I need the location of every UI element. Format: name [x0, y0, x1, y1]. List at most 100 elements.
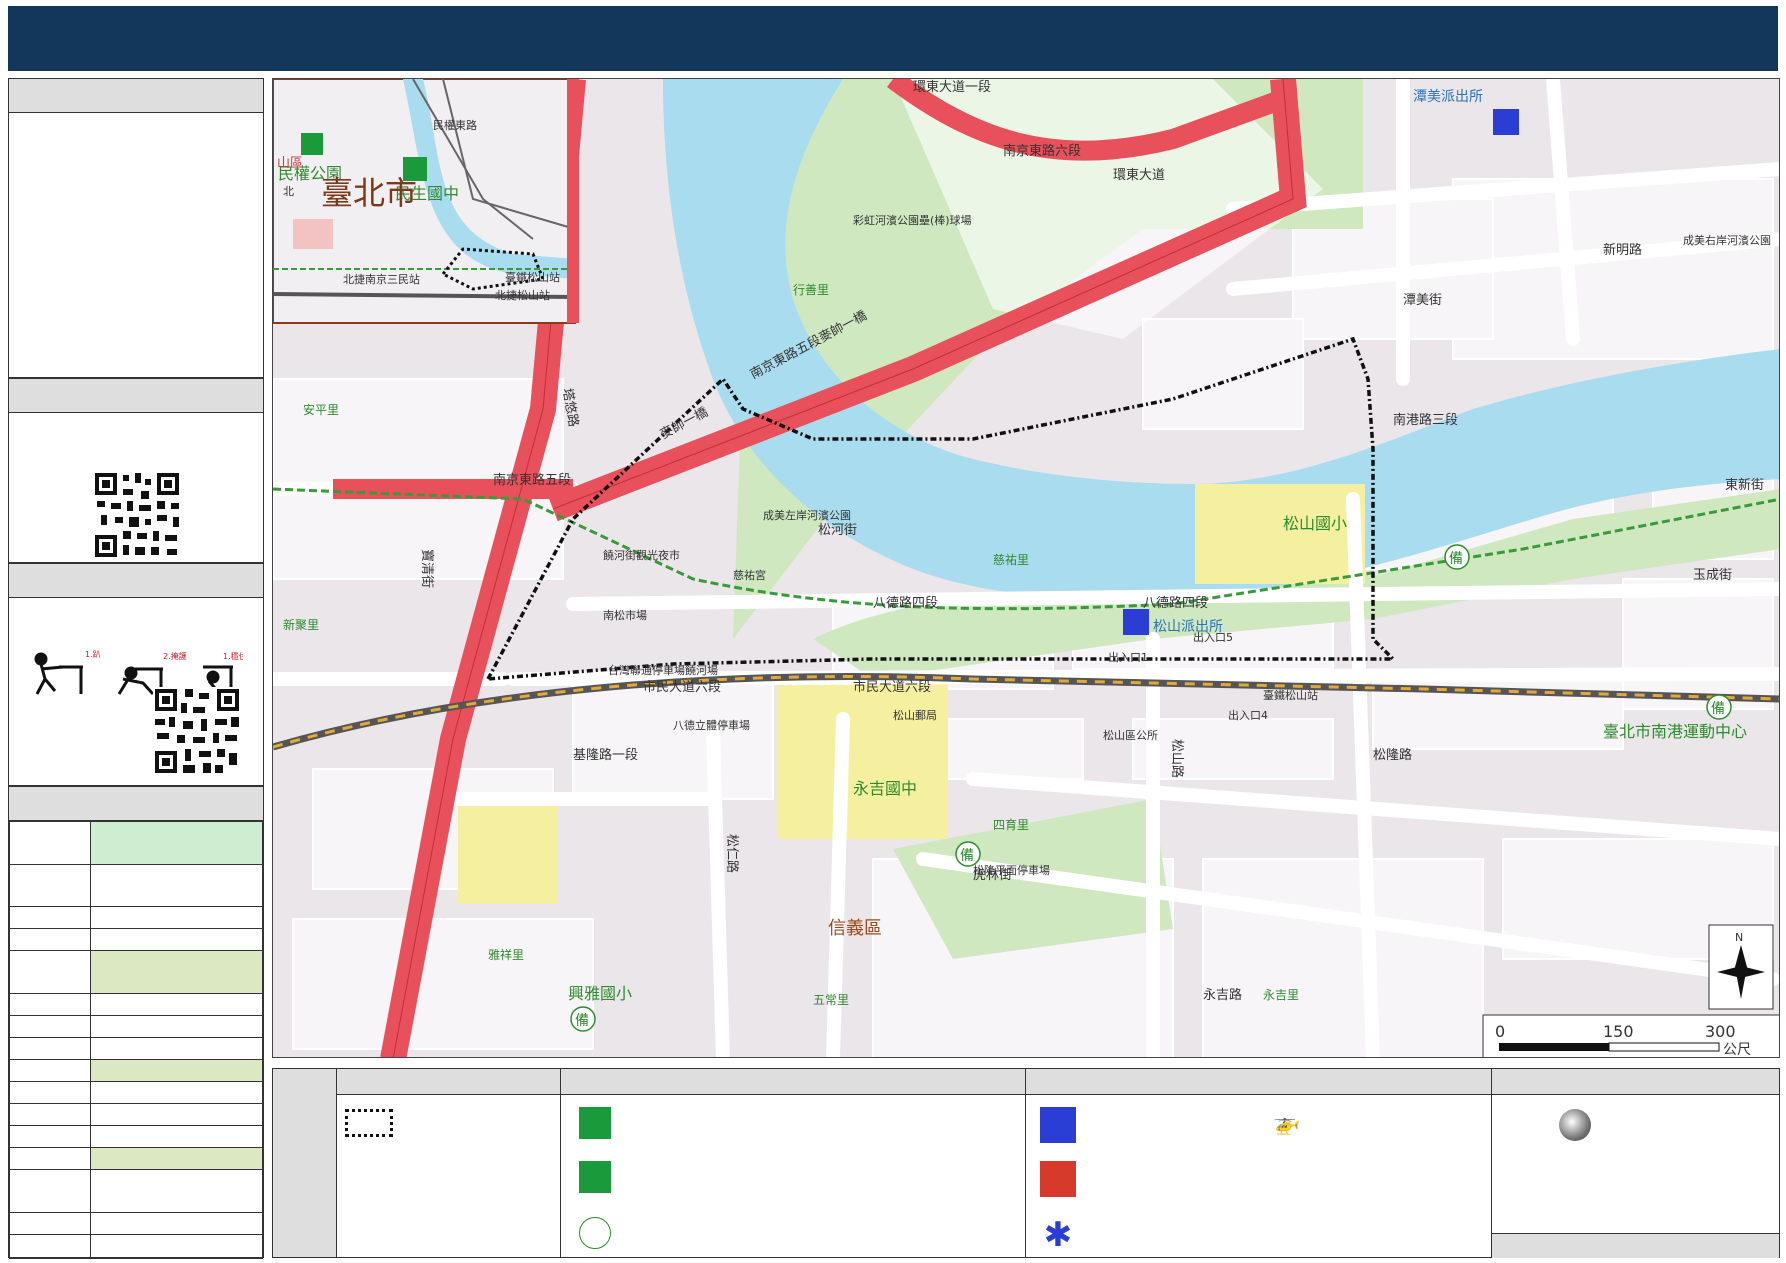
- table-row-label: [9, 1103, 91, 1126]
- road-label-huandong: 環東大道: [1113, 167, 1165, 183]
- table-row-label: [9, 1169, 91, 1213]
- table-row-value: [90, 928, 263, 951]
- place-chengmei-park: 成美左岸河濱公園: [763, 508, 851, 522]
- table-row-value: [90, 1103, 263, 1126]
- backup-marker-icon: 備: [570, 1006, 596, 1032]
- backup-marker-icon: 備: [1444, 544, 1470, 570]
- inset-district-label: 山區: [277, 156, 303, 171]
- inset-station2-label: 臺鐵松山站: [505, 270, 560, 284]
- road-label-keelung1: 基隆路一段: [573, 747, 638, 763]
- table-row-value: [90, 950, 263, 994]
- table-row-value: [90, 906, 263, 929]
- legend-head-1: [337, 1069, 561, 1095]
- map-svg: 民權公園 民生國中 臺北市 民權東路 北捷南京三民站 臺鐵松山站 北捷松山站 山…: [273, 79, 1779, 1057]
- table-row-value: [90, 1147, 263, 1170]
- medical-icon: ✱: [1043, 1215, 1073, 1255]
- legend-head-4: [1492, 1069, 1779, 1095]
- svg-text:備: 備: [960, 848, 974, 864]
- table-row-label: [9, 1059, 91, 1082]
- road-label-bade4b: 八德路四段: [1143, 595, 1208, 611]
- place-post-office: 松山郵局: [893, 708, 937, 722]
- legend-head-2: [561, 1069, 1026, 1095]
- place-tanmei-police: 潭美派出所: [1413, 88, 1483, 105]
- place-anping-li: 安平里: [303, 402, 339, 417]
- place-parking-bade: 八德立體停車場: [673, 718, 750, 732]
- table-row-label: [9, 1234, 91, 1259]
- backup-marker-icon: 備: [955, 841, 981, 867]
- road-label-tanmei: 潭美街: [1403, 293, 1442, 308]
- road-label-yucheng: 玉成街: [1693, 568, 1732, 583]
- step1-label: 1.趴: [85, 650, 101, 659]
- road-label-nangang3: 南港路三段: [1393, 412, 1458, 428]
- qr-code-icon[interactable]: [93, 471, 181, 559]
- qr-code-2-icon[interactable]: [153, 687, 241, 775]
- scale-bar: 0 150 300 公尺: [1482, 1014, 1779, 1057]
- songshan-school-area: [1195, 484, 1365, 584]
- table-row-value: [90, 1212, 263, 1235]
- fire-icon: [1040, 1161, 1076, 1197]
- table-row-value: [90, 1169, 263, 1213]
- side-panel-info-header: [9, 79, 263, 113]
- place-siyu-li: 四育里: [993, 817, 1029, 832]
- place-xinyi-district: 信義區: [828, 918, 882, 939]
- table-row-label: [9, 1081, 91, 1104]
- legend-panel: ✱ 🚁: [272, 1068, 1780, 1258]
- place-ciyou: 慈祐宮: [733, 568, 766, 582]
- scale-tick-150: 150: [1603, 1022, 1634, 1041]
- map-area[interactable]: 民權公園 民生國中 臺北市 民權東路 北捷南京三民站 臺鐵松山站 北捷松山站 山…: [272, 78, 1780, 1058]
- table-row-label: [9, 1015, 91, 1038]
- police-icon: [1040, 1107, 1076, 1143]
- step2-label: 2.掩護: [163, 651, 187, 661]
- table-row-label: [9, 1212, 91, 1235]
- place-songshan-elem: 松山國小: [1283, 514, 1347, 533]
- table-row-value: [90, 1125, 263, 1148]
- table-row-value: [90, 1015, 263, 1038]
- place-raohe-night: 饒河街觀光夜市: [603, 548, 680, 562]
- backup-icon: [579, 1217, 611, 1249]
- inset-station3-label: 北捷松山站: [495, 288, 550, 302]
- road-label-baoqing: 寶清街: [419, 549, 435, 588]
- backup-marker-icon: 備: [1706, 694, 1732, 720]
- scale-tick-300: 300: [1705, 1022, 1736, 1041]
- road-label-songhe: 松河街: [818, 523, 857, 538]
- svg-text:備: 備: [1711, 701, 1725, 717]
- inset-road-label: 民權東路: [433, 119, 477, 132]
- table-row-value: [90, 821, 263, 865]
- place-yaxiang-li: 雅祥里: [488, 947, 524, 962]
- road-label-shimin6b: 市民大道六段: [853, 679, 931, 695]
- table-row-label: [9, 1147, 91, 1170]
- road-label-yongji: 永吉路: [1203, 987, 1242, 1003]
- road-label-nanjing6: 南京東路六段: [1003, 143, 1081, 159]
- table-row-label: [9, 1125, 91, 1148]
- legend-title-col: [273, 1069, 337, 1257]
- place-cihui-li: 慈祐里: [993, 552, 1029, 567]
- compass-icon: N: [1708, 924, 1774, 1010]
- side-panel-qr2: 1.趴 2.掩護 1.穩住: [8, 563, 264, 786]
- scale-tick-0: 0: [1495, 1022, 1505, 1041]
- table-row-label: [9, 864, 91, 907]
- side-panel-info: [8, 78, 264, 378]
- place-xingshan-li: 行善里: [793, 282, 829, 297]
- legend-divider: [561, 1095, 1026, 1257]
- table-row-label: [9, 950, 91, 994]
- place-entrance4: 出入口4: [1228, 708, 1268, 722]
- dotted-boundary-icon: [345, 1109, 393, 1137]
- road-label-bade4: 八德路四段: [873, 595, 938, 611]
- table-row-label: [9, 993, 91, 1016]
- xingya-school-area: [458, 794, 558, 904]
- svg-text:備: 備: [1449, 551, 1463, 567]
- side-panel-qr2-header: [9, 564, 263, 598]
- road-label-dongxin: 東新街: [1725, 477, 1764, 493]
- road-label-xinming: 新明路: [1603, 242, 1642, 258]
- road-label-songren: 松仁路: [724, 834, 740, 873]
- place-parking-nansong: 南松市場: [603, 608, 647, 622]
- road-label-huandong1: 環東大道一段: [913, 79, 991, 95]
- place-entrance1: 出入口1: [1108, 650, 1148, 664]
- svg-text:N: N: [1735, 931, 1743, 944]
- place-xingya-elem: 興雅國小: [568, 984, 632, 1003]
- inset-city-label: 臺北市: [321, 174, 417, 212]
- side-panel-table-header: [9, 787, 263, 821]
- place-district-office: 松山區公所: [1103, 728, 1158, 742]
- helicopter-icon: 🚁: [1273, 1111, 1301, 1136]
- svg-text:備: 備: [575, 1013, 589, 1029]
